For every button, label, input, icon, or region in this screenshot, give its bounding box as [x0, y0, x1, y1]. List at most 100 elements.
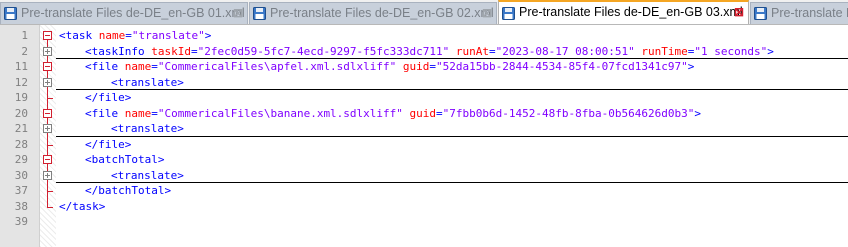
- line-number: 28: [14, 137, 28, 151]
- xml-attribute: runTime: [641, 44, 688, 58]
- expand-fold-icon[interactable]: [43, 124, 52, 133]
- line-number: 11: [14, 60, 28, 73]
- code-line[interactable]: 1 <task name="translate">: [0, 28, 848, 43]
- xml-tag: =: [436, 106, 443, 120]
- tab-label: Pre-translate Files de-DE_en-GB 01.xml: [21, 6, 245, 20]
- line-number: 2: [21, 44, 28, 58]
- code-line[interactable]: 2 <taskInfo taskId="2fec0d59-5fc7-4ecd-92…: [0, 44, 848, 59]
- line-number: 29: [14, 153, 28, 166]
- xml-attribute: taskId: [151, 44, 191, 58]
- xml-tag: =: [489, 44, 496, 58]
- tab-label: Pre-translate Files de-DE_en-GB 02.xml: [270, 6, 494, 20]
- code-text: </file>: [85, 137, 131, 152]
- fold-end-marker: [47, 98, 53, 99]
- xml-attribute: name: [98, 29, 126, 42]
- code-line[interactable]: 28 </file>: [0, 137, 848, 152]
- code-line[interactable]: 37 </batchTotal>: [0, 183, 848, 198]
- code-line[interactable]: 30 <translate>: [0, 168, 848, 183]
- xml-tag: </task>: [59, 199, 106, 213]
- code-line[interactable]: 39: [0, 214, 848, 229]
- code-line[interactable]: 20 <file name="CommericalFiles\banane.xml…: [0, 106, 848, 121]
- xml-attribute: name: [124, 60, 152, 73]
- code-text: <taskInfo taskId="2fec0d59-5fc7-4ecd-929…: [85, 44, 774, 59]
- tab-close-icon[interactable]: ⊠: [233, 3, 243, 23]
- code-text: <batchTotal>: [85, 152, 164, 167]
- code-text: <file name="CommericalFiles\apfel.xml.sd…: [85, 59, 694, 74]
- xml-tag: </file>: [85, 137, 132, 151]
- xml-tag: >: [687, 60, 695, 73]
- xml-value: "7fbb0b6d-1452-48fb-8fba-0b564626d0b3": [442, 106, 695, 120]
- tab-close-icon[interactable]: ⊠: [482, 3, 492, 23]
- fold-end-marker: [47, 206, 53, 208]
- line-number: 37: [14, 184, 28, 197]
- xml-attribute: name: [124, 106, 152, 120]
- xml-tag: <batchTotal>: [85, 153, 165, 166]
- xml-tag: =: [151, 106, 158, 120]
- line-number: 30: [14, 168, 28, 182]
- fold-end-marker: [47, 144, 53, 146]
- fold-end-marker: [47, 191, 53, 192]
- code-line[interactable]: 11 <file name="CommericalFiles\apfel.xml.…: [0, 59, 848, 74]
- xml-attribute: runAt: [455, 44, 490, 58]
- xml-value: "1 seconds": [694, 44, 768, 58]
- xml-tag: </batchTotal>: [85, 184, 172, 197]
- tab-file-3[interactable]: Pre-translate Files de-DE_en-GB 03.xml ⊠: [498, 0, 749, 24]
- xml-tag: >: [694, 106, 701, 120]
- tab-file-4[interactable]: Pre-translate Files: [750, 2, 848, 24]
- xml-value: "CommericalFiles\banane.xml.sdlxliff": [157, 106, 403, 120]
- xml-tag: </file>: [85, 91, 132, 104]
- xml-tag: <taskInfo: [85, 44, 152, 58]
- expand-fold-icon[interactable]: [43, 170, 52, 180]
- xml-tag: <translate>: [111, 168, 184, 182]
- xml-tag: =: [125, 29, 132, 42]
- line-number: 19: [14, 91, 28, 104]
- tab-label: Pre-translate Files de-DE_en-GB 03.xml: [519, 5, 743, 19]
- expand-fold-icon[interactable]: [43, 77, 52, 87]
- xml-tag: <file: [85, 106, 125, 120]
- xml-tag: =: [190, 44, 198, 58]
- xml-tag: <translate>: [111, 122, 184, 135]
- line-number: 20: [14, 106, 28, 120]
- xml-tag: >: [767, 44, 774, 58]
- tab-close-icon[interactable]: ⊠: [734, 2, 744, 23]
- code-line[interactable]: 12 <translate>: [0, 75, 848, 90]
- line-number: 1: [21, 29, 28, 42]
- code-text: <file name="CommericalFiles\banane.xml.s…: [85, 106, 701, 121]
- xml-value: "52da15bb-2844-4534-85f4-07fcd1341c97": [436, 60, 688, 73]
- save-disk-icon: [502, 6, 515, 20]
- tab-bar: Pre-translate Files de-DE_en-GB 01.xml ⊠ P…: [0, 0, 848, 25]
- xml-value: "translate": [131, 29, 205, 42]
- code-text: </batchTotal>: [85, 183, 171, 198]
- code-text: <task name="translate">: [59, 28, 211, 43]
- xml-tag: <translate>: [111, 75, 184, 89]
- line-number: 38: [14, 199, 28, 213]
- xml-tag: [449, 45, 456, 58]
- xml-tag: =: [151, 60, 158, 73]
- code-text: <translate>: [111, 121, 184, 136]
- xml-tag: [403, 107, 410, 120]
- code-text: <translate>: [111, 168, 184, 183]
- collapse-fold-icon[interactable]: [43, 62, 52, 71]
- collapse-fold-icon[interactable]: [43, 31, 52, 40]
- expand-fold-icon[interactable]: [43, 46, 52, 56]
- code-text: <translate>: [111, 75, 184, 90]
- save-disk-icon: [4, 6, 17, 20]
- collapse-fold-icon[interactable]: [43, 155, 52, 164]
- code-line[interactable]: 29 <batchTotal>: [0, 152, 848, 167]
- xml-value: "2023-08-17 08:00:51": [495, 44, 635, 58]
- xml-attribute: guid: [402, 60, 430, 73]
- code-line[interactable]: 38 </task>: [0, 199, 848, 214]
- tab-file-2[interactable]: Pre-translate Files de-DE_en-GB 02.xml ⊠: [249, 2, 497, 24]
- xml-attribute: guid: [409, 106, 437, 120]
- code-text: </file>: [85, 90, 131, 105]
- code-text: </task>: [59, 199, 105, 214]
- line-number: 12: [14, 75, 28, 89]
- line-number: 39: [14, 215, 28, 228]
- save-disk-icon: [253, 6, 266, 20]
- line-number: 21: [14, 122, 28, 135]
- tab-file-1[interactable]: Pre-translate Files de-DE_en-GB 01.xml ⊠: [0, 2, 248, 24]
- code-line[interactable]: 21 <translate>: [0, 121, 848, 136]
- save-disk-icon: [754, 6, 767, 20]
- collapse-fold-icon[interactable]: [43, 108, 52, 118]
- code-line[interactable]: 19 </file>: [0, 90, 848, 105]
